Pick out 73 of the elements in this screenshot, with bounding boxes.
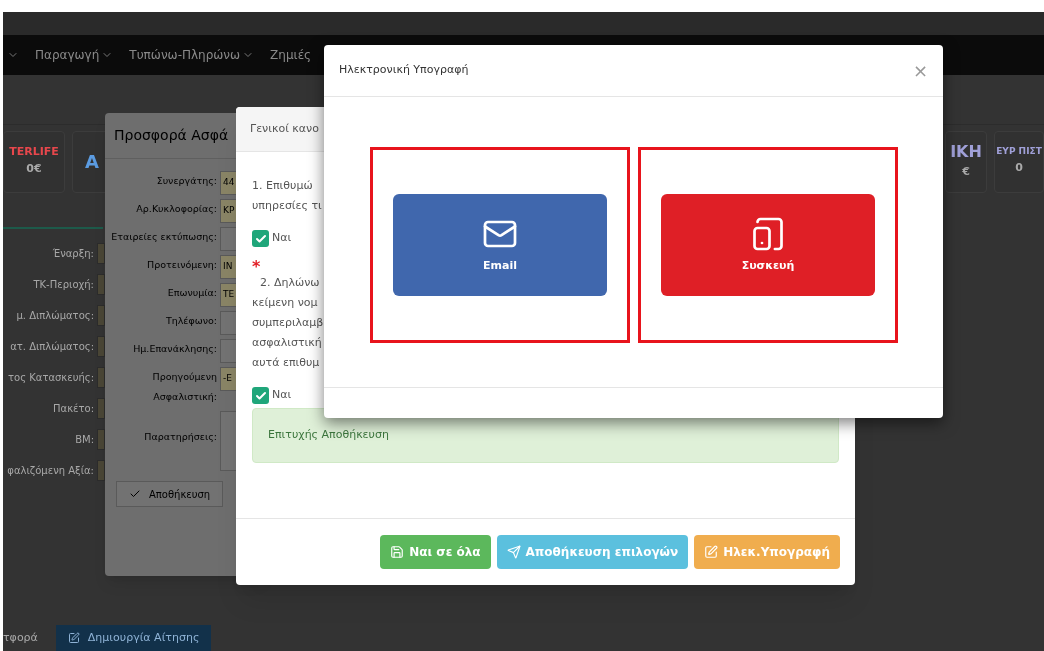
signature-option-button[interactable]: Συσκευή	[661, 194, 875, 296]
checkbox[interactable]	[252, 230, 269, 247]
field-value: 44	[223, 176, 235, 190]
question-text: υπηρεσίες τι	[252, 198, 322, 214]
tab[interactable]: τφορά	[3, 625, 38, 651]
input-field[interactable]	[97, 398, 105, 419]
field-value: IN	[223, 260, 233, 274]
field-label: μ. Διπλώματος:	[16, 309, 94, 323]
field-label: Ημ.Επανάκλησης:	[132, 342, 217, 356]
field-value: -Ε	[223, 372, 232, 386]
question-text: ασφαλιστική	[252, 335, 322, 351]
checkbox-option[interactable]: Ναι	[252, 230, 292, 247]
field-label: Επωνυμία:	[166, 286, 217, 300]
field-label: ΤΚ-Περιοχή:	[33, 278, 94, 292]
pencil-square-icon	[704, 545, 719, 559]
check-icon	[129, 488, 141, 500]
question-text: κείμενη νομ	[252, 295, 318, 311]
field-label: Τηλέφωνο:	[164, 314, 217, 328]
dialog-title: Προσφορά Ασφά	[114, 126, 229, 145]
edit-icon	[67, 632, 80, 644]
company-logo: TERLIFE	[9, 146, 59, 158]
dialog-title: Γενικοί κανο	[250, 120, 319, 137]
company-logo: ΙΚΗ	[950, 143, 982, 160]
nav-menu-item[interactable]: Παραγωγή	[35, 46, 114, 64]
field-label: Εταιρείες εκτύπωσης:	[110, 230, 217, 244]
save-button[interactable]: Αποθήκευση	[116, 481, 224, 507]
input-field[interactable]	[97, 274, 105, 295]
checkbox[interactable]	[252, 387, 269, 404]
required-asterisk: *	[252, 261, 261, 273]
input-field[interactable]	[97, 429, 105, 450]
tablet-icon	[750, 215, 786, 252]
field-label: Έναρξη:	[52, 247, 94, 261]
tab[interactable]: Δημιουργία Αίτησης	[55, 625, 212, 651]
company-card[interactable]: ΙΚΗ €	[945, 131, 987, 193]
check-icon	[254, 389, 267, 402]
field-label: Αρ.Κυκλοφορίας:	[135, 202, 217, 216]
input-field[interactable]	[97, 460, 105, 481]
field-label: Παρατηρήσεις:	[143, 430, 217, 444]
question-text: 1. Επιθυμώ	[252, 178, 313, 194]
price-label: €	[962, 163, 970, 180]
checkbox-label: Ναι	[272, 230, 292, 247]
field-value: ΚΡ	[223, 204, 235, 218]
company-logo: Α	[85, 153, 99, 171]
question-text: 2. Δηλώνω	[259, 275, 320, 291]
input-field[interactable]	[97, 336, 105, 357]
field-label: Προηγούμενη Ασφαλιστική:	[151, 370, 217, 404]
field-label: φαλιζόμενη Αξία:	[7, 464, 94, 478]
field-label: τος Κατασκευής:	[8, 371, 94, 385]
checkbox-label: Ναι	[272, 387, 292, 404]
company-logo: ΕΥΡ ΠΙΣΤ	[996, 147, 1042, 157]
field-value: ΤΕ	[223, 288, 235, 302]
field-label: ΒΜ:	[75, 433, 94, 447]
input-field[interactable]	[97, 243, 105, 264]
dialog-title: Ηλεκτρονική Υπογραφή	[339, 62, 469, 79]
price-label: 0€	[26, 161, 42, 178]
field-label: Προτεινόμενη:	[146, 258, 217, 272]
nav-menu-item[interactable]: Ζημιές	[270, 46, 312, 64]
field-label: ατ. Διπλώματος:	[10, 340, 94, 354]
price-label: 0	[1015, 160, 1023, 177]
close-button[interactable]: ×	[912, 61, 928, 80]
input-field[interactable]	[97, 305, 105, 326]
nav-menu-item[interactable]: Τυπώνω-Πληρώνω	[129, 46, 255, 64]
checkbox-option[interactable]: Ναι	[252, 387, 292, 404]
check-icon	[254, 232, 267, 245]
question-text: αυτά επιθυμ	[252, 355, 320, 371]
input-field[interactable]	[97, 367, 105, 388]
question-text: συμπεριλαμβ	[252, 315, 324, 331]
company-card[interactable]: TERLIFE 0€	[3, 131, 65, 193]
signature-option-button[interactable]: Email	[393, 194, 607, 296]
field-label: Πακέτο:	[53, 402, 94, 416]
company-card[interactable]: ΕΥΡ ΠΙΣΤ 0	[994, 131, 1044, 193]
field-label: Συνεργάτης:	[155, 174, 217, 188]
paper-plane-icon	[506, 545, 521, 559]
